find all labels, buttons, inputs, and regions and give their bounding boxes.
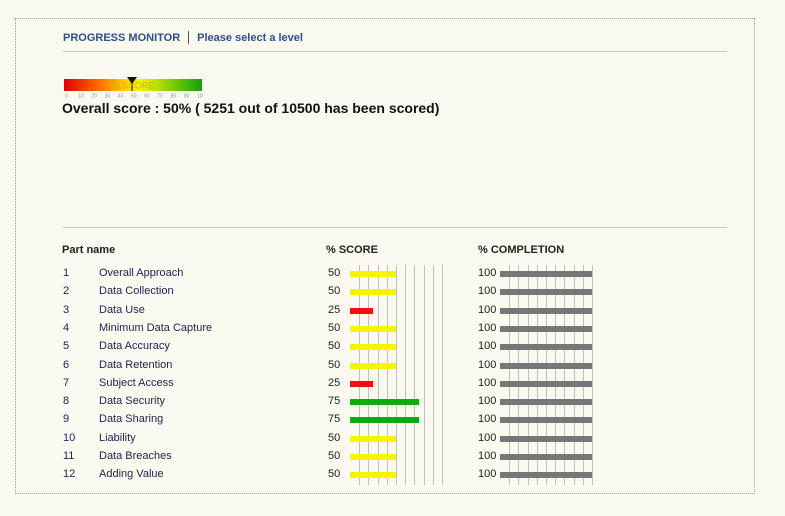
score-value: 25 bbox=[328, 376, 341, 389]
part-name: Liability bbox=[99, 431, 136, 444]
row-number: 1 bbox=[63, 267, 70, 279]
part-name: Data Breaches bbox=[99, 450, 172, 462]
part-name: Overall Approach bbox=[99, 267, 184, 279]
part-name: Data Accuracy bbox=[99, 340, 170, 353]
completion-value: 100 bbox=[478, 413, 497, 426]
score-value: 50 bbox=[328, 267, 341, 279]
table-row: 10 Liability 50 100 bbox=[16, 430, 756, 448]
table-row: 12 Adding Value 50 100 bbox=[16, 466, 756, 484]
row-number: 10 bbox=[63, 431, 76, 444]
completion-value: 100 bbox=[478, 267, 497, 279]
table-row: 5 Data Accuracy 50 100 bbox=[16, 338, 756, 356]
completion-value: 100 bbox=[478, 376, 497, 389]
score-value: 50 bbox=[328, 431, 341, 444]
part-name: Data Collection bbox=[99, 285, 174, 298]
overall-score-text: Overall score : 50% ( 5251 out of 10500 … bbox=[62, 100, 440, 116]
row-number: 3 bbox=[63, 303, 70, 316]
table-row: 4 Minimum Data Capture 50 100 bbox=[16, 320, 756, 338]
score-value: 50 bbox=[328, 321, 341, 334]
score-value: 50 bbox=[328, 340, 341, 353]
breadcrumb-separator bbox=[188, 31, 190, 44]
score-value: 50 bbox=[328, 358, 341, 371]
row-number: 5 bbox=[63, 340, 70, 353]
part-name: Minimum Data Capture bbox=[99, 321, 213, 334]
table-row: 8 Data Security 75 100 bbox=[16, 393, 756, 411]
row-number: 6 bbox=[63, 358, 70, 371]
table-row: 6 Data Retention 50 100 bbox=[16, 357, 756, 375]
table-row: 1 Overall Approach 50 100 bbox=[16, 265, 756, 283]
row-number: 7 bbox=[63, 376, 70, 389]
completion-value: 100 bbox=[478, 431, 497, 444]
page-title: PROGRESS MONITOR bbox=[63, 31, 181, 44]
gauge-tick-label: 50 bbox=[131, 94, 137, 100]
table-row: 11 Data Breaches 50 100 bbox=[16, 448, 756, 466]
completion-value: 100 bbox=[478, 321, 497, 334]
completion-value: 100 bbox=[478, 450, 497, 462]
gauge-tick-label: 20 bbox=[91, 94, 97, 100]
score-value: 25 bbox=[328, 303, 341, 316]
row-number: 4 bbox=[63, 321, 70, 334]
row-number: 9 bbox=[63, 413, 70, 426]
row-number: 8 bbox=[63, 395, 70, 408]
table-row: 3 Data Use 25 100 bbox=[16, 302, 756, 320]
table-row: 7 Subject Access 25 100 bbox=[16, 375, 756, 393]
score-value: 75 bbox=[328, 413, 341, 426]
completion-value: 100 bbox=[478, 395, 497, 408]
row-number: 11 bbox=[63, 450, 75, 462]
completion-header: % COMPLETION bbox=[478, 244, 565, 256]
gauge-tick-label: 70 bbox=[157, 94, 163, 100]
part-name-header: Part name bbox=[62, 244, 116, 256]
divider-top bbox=[63, 51, 727, 52]
divider-middle bbox=[63, 227, 727, 228]
part-name: Data Use bbox=[99, 303, 145, 316]
part-name: Data Retention bbox=[99, 358, 173, 371]
completion-value: 100 bbox=[478, 358, 497, 371]
gauge-tick-label: 60 bbox=[144, 94, 150, 100]
breadcrumb: PROGRESS MONITOR Please select a level bbox=[63, 31, 303, 44]
gauge-tick-label: 0 bbox=[65, 94, 68, 100]
completion-value: 100 bbox=[478, 340, 497, 353]
select-level-link[interactable]: Please select a level bbox=[197, 32, 303, 44]
gauge-tick-label: 30 bbox=[105, 94, 111, 100]
table-row: 9 Data Sharing 75 100 bbox=[16, 411, 756, 429]
score-value: 50 bbox=[328, 468, 341, 481]
row-number: 12 bbox=[63, 468, 76, 481]
score-header: % SCORE bbox=[326, 244, 378, 256]
gauge-tick-label: 100 bbox=[197, 94, 203, 100]
completion-value: 100 bbox=[478, 285, 497, 298]
part-name: Data Sharing bbox=[99, 413, 164, 426]
gauge-tick-label: 10 bbox=[78, 94, 84, 100]
part-name: Subject Access bbox=[99, 376, 174, 389]
completion-value: 100 bbox=[478, 468, 497, 481]
gauge-tick-label: 80 bbox=[171, 94, 177, 100]
progress-monitor-panel: PROGRESS MONITOR Please select a level %… bbox=[15, 18, 755, 494]
score-value: 50 bbox=[328, 285, 341, 298]
row-number: 2 bbox=[63, 285, 70, 298]
part-name: Adding Value bbox=[99, 468, 164, 481]
score-gauge: % SCORE0102030405060708090100 bbox=[63, 77, 203, 101]
completion-value: 100 bbox=[478, 303, 497, 316]
table-row: 2 Data Collection 50 100 bbox=[16, 283, 756, 301]
score-gauge-graphic: % SCORE0102030405060708090100 bbox=[64, 77, 203, 100]
score-value: 50 bbox=[328, 450, 341, 462]
part-name: Data Security bbox=[99, 395, 166, 408]
gauge-tick-label: 40 bbox=[118, 94, 124, 100]
score-value: 75 bbox=[328, 395, 341, 408]
gauge-tick-label: 90 bbox=[184, 94, 190, 100]
